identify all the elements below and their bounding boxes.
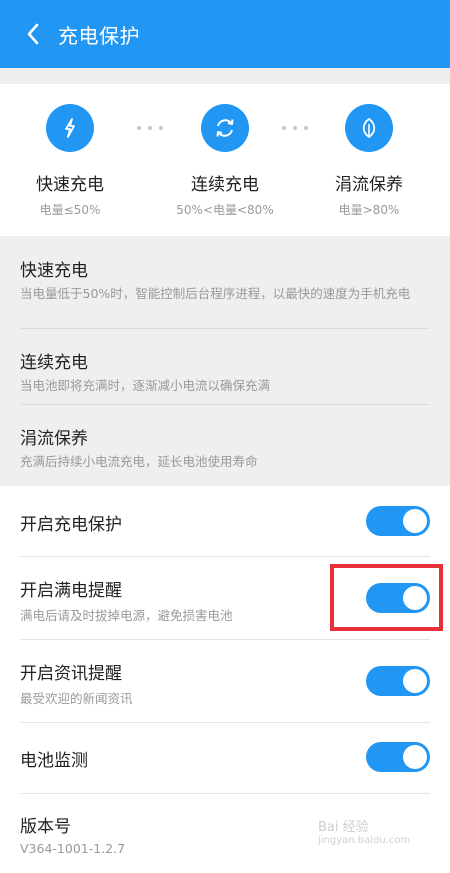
toggle-knob xyxy=(403,745,427,769)
back-button[interactable] xyxy=(8,0,58,68)
toggle-knob xyxy=(403,509,427,533)
lightning-icon xyxy=(46,104,94,152)
leaf-icon xyxy=(345,104,393,152)
mode-condition: 电量>80% xyxy=(338,203,400,217)
charge-protection-toggle[interactable] xyxy=(366,506,430,536)
header-gap xyxy=(0,68,450,84)
news-reminder-toggle[interactable] xyxy=(366,666,430,696)
mode-descriptions: 快速充电 当电量低于50%时，智能控制后台程序进程，以最快的速度为手机充电 连续… xyxy=(0,236,450,486)
info-description: 当电池即将充满时，逐渐减小电流以确保充满 xyxy=(20,378,271,393)
divider xyxy=(20,793,430,794)
divider xyxy=(20,722,430,723)
refresh-icon xyxy=(201,104,249,152)
watermark-text: Bai 经验 xyxy=(318,820,369,835)
mode-trickle-care: 涓流保养 电量>80% xyxy=(299,104,439,218)
info-item-continuous-charge: 连续充电 当电池即将充满时，逐渐减小电流以确保充满 xyxy=(20,348,430,395)
info-title: 连续充电 xyxy=(20,353,88,373)
divider xyxy=(20,556,430,557)
mode-name: 涓流保养 xyxy=(335,175,403,195)
page-title: 充电保护 xyxy=(58,23,140,48)
mode-condition: 50%<电量<80% xyxy=(176,203,274,217)
highlight-box xyxy=(330,564,443,631)
divider xyxy=(20,328,430,329)
divider xyxy=(20,404,430,405)
mode-name: 连续充电 xyxy=(191,175,259,195)
setting-description: 最受欢迎的新闻资讯 xyxy=(20,691,133,706)
info-title: 涓流保养 xyxy=(20,429,88,449)
info-item-trickle-care: 涓流保养 充满后持续小电流充电，延长电池使用寿命 xyxy=(20,424,430,471)
app-bar: 充电保护 xyxy=(0,0,450,68)
chevron-left-icon xyxy=(27,23,39,45)
battery-monitor-toggle[interactable] xyxy=(366,742,430,772)
divider xyxy=(20,639,430,640)
mode-name: 快速充电 xyxy=(36,175,104,195)
mode-continuous-charge: 连续充电 50%<电量<80% xyxy=(155,104,295,218)
mode-fast-charge: 快速充电 电量≤50% xyxy=(0,104,140,218)
watermark: Bai 经验 jingyan.baidu.com xyxy=(318,816,410,846)
mode-condition: 电量≤50% xyxy=(39,203,101,217)
settings-list: 开启充电保护 开启满电提醒 满电后请及时拔掉电源，避免损害电池 开启资讯提醒 最… xyxy=(0,486,450,873)
info-title: 快速充电 xyxy=(20,261,88,281)
info-item-fast-charge: 快速充电 当电量低于50%时，智能控制后台程序进程，以最快的速度为手机充电 xyxy=(20,256,430,303)
charging-modes: 快速充电 电量≤50% 连续充电 50%<电量<80% 涓流保养 电量>80% xyxy=(0,84,450,236)
info-description: 当电量低于50%时，智能控制后台程序进程，以最快的速度为手机充电 xyxy=(20,286,411,301)
info-description: 充满后持续小电流充电，延长电池使用寿命 xyxy=(20,454,258,469)
toggle-knob xyxy=(403,669,427,693)
watermark-url: jingyan.baidu.com xyxy=(318,835,411,846)
